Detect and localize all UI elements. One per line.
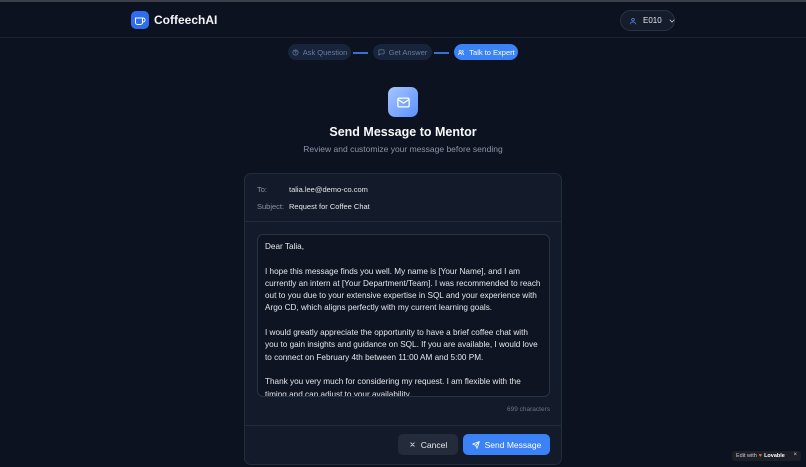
- send-message-button[interactable]: Send Message: [463, 434, 550, 455]
- user-menu-button[interactable]: E010: [620, 10, 675, 31]
- send-icon: [471, 440, 480, 449]
- message-card: To: talia.lee@demo-co.com Subject: Reque…: [244, 173, 562, 465]
- step-label: Talk to Expert: [469, 47, 515, 57]
- edit-with-lovable-badge[interactable]: Edit with ♥ Lovable ×: [732, 451, 801, 461]
- app-name[interactable]: CoffeechAI: [154, 13, 217, 27]
- subject-label: Subject:: [257, 202, 285, 211]
- message-paragraph: I would greatly appreciate the opportuni…: [265, 328, 538, 362]
- step-label: Get Answer: [388, 47, 428, 57]
- progress-stepper: Ask Question Get Answer Talk to Expert: [0, 44, 806, 62]
- message-paragraph: I hope this message finds you well. My n…: [265, 266, 541, 313]
- step-label: Ask Question: [302, 47, 348, 57]
- page-title: Send Message to Mentor: [329, 125, 477, 139]
- email-meta: To: talia.lee@demo-co.com Subject: Reque…: [245, 174, 561, 222]
- message-square-icon: [378, 49, 385, 56]
- badge-close-icon[interactable]: ×: [793, 452, 797, 458]
- chevron-down-icon: [668, 17, 676, 25]
- close-icon: [409, 441, 416, 448]
- step-connector: [434, 52, 449, 54]
- cancel-label: Cancel: [420, 439, 448, 450]
- step-ask-question[interactable]: Ask Question: [288, 44, 351, 60]
- to-label: To:: [257, 185, 268, 194]
- coffee-cup-icon[interactable]: [131, 11, 149, 29]
- to-value: talia.lee@demo-co.com: [289, 185, 368, 194]
- step-get-answer[interactable]: Get Answer: [373, 44, 432, 60]
- message-paragraph: Dear Talia,: [265, 242, 304, 251]
- subject-value: Request for Coffee Chat: [289, 202, 370, 211]
- user-label: E010: [643, 16, 662, 25]
- users-icon: [457, 49, 465, 56]
- page-subtitle: Review and customize your message before…: [303, 144, 503, 154]
- step-connector: [353, 52, 368, 54]
- footer-divider: [245, 425, 561, 426]
- cancel-button[interactable]: Cancel: [398, 434, 458, 455]
- character-count: 699 characters: [507, 406, 550, 413]
- question-circle-icon: [292, 49, 299, 56]
- user-icon: [629, 17, 637, 25]
- badge-prefix: Edit with: [736, 453, 757, 459]
- send-label: Send Message: [484, 439, 542, 450]
- lovable-heart-icon: ♥: [758, 453, 763, 459]
- step-talk-to-expert[interactable]: Talk to Expert: [454, 44, 518, 60]
- message-paragraph: Thank you very much for considering my r…: [265, 377, 521, 397]
- badge-brand: Lovable: [764, 453, 785, 459]
- message-body-textarea[interactable]: Dear Talia, I hope this message finds yo…: [257, 234, 550, 397]
- app-header: CoffeechAI E010: [0, 2, 806, 38]
- mail-icon: [388, 87, 418, 117]
